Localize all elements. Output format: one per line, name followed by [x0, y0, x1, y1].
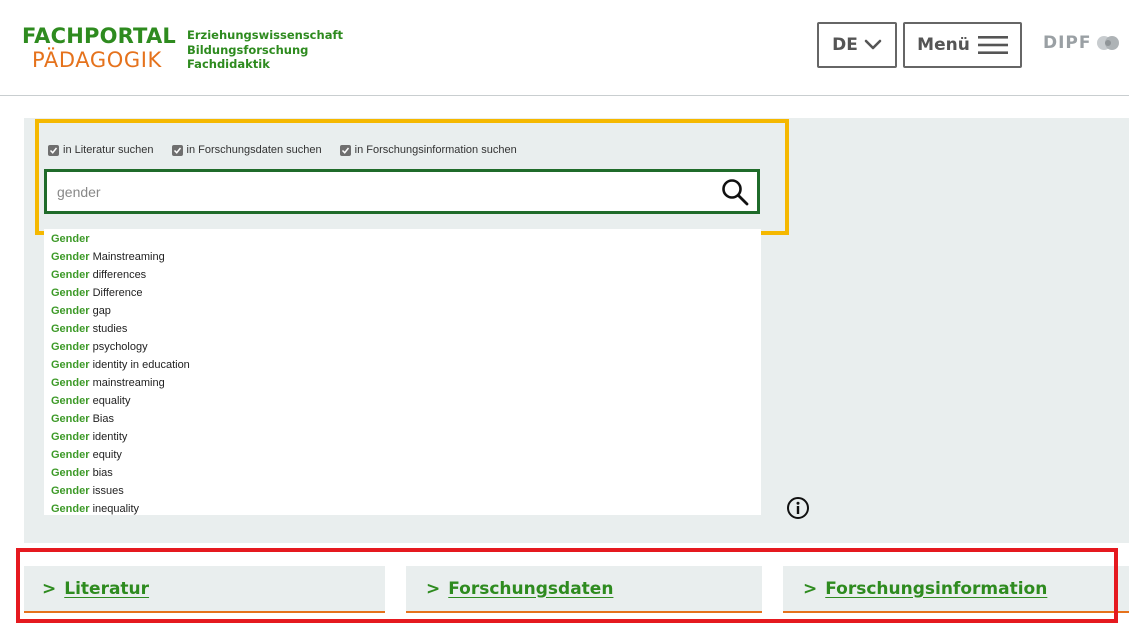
- language-label: DE: [832, 35, 858, 55]
- suggestion-item[interactable]: Gender differences: [51, 266, 761, 284]
- suggestion-rest: issues: [89, 485, 124, 497]
- chevron-down-icon: [864, 39, 882, 50]
- suggestion-match: Gender: [51, 431, 90, 443]
- suggestion-match: Gender: [51, 323, 90, 335]
- suggestion-match: Gender: [51, 359, 90, 371]
- suggestion-item[interactable]: Gender psychology: [51, 338, 761, 356]
- info-icon[interactable]: [786, 496, 810, 520]
- suggestion-item[interactable]: Gender equity: [51, 446, 761, 464]
- suggestion-item[interactable]: Gender identity: [51, 428, 761, 446]
- suggestion-match: Gender: [51, 485, 90, 497]
- suggestion-match: Gender: [51, 233, 90, 245]
- search-box: [44, 169, 760, 214]
- suggestion-item[interactable]: Gender Bias: [51, 410, 761, 428]
- suggestion-match: Gender: [51, 305, 90, 317]
- suggestion-rest: inequality: [89, 503, 140, 515]
- logo-topic-1: Erziehungswissenschaft: [187, 28, 343, 42]
- suggestion-item[interactable]: Gender gap: [51, 302, 761, 320]
- checkbox-checked-icon: [171, 144, 183, 156]
- tab-label-literatur: Literatur: [64, 578, 150, 599]
- chevron-right-icon: >: [803, 578, 818, 599]
- suggestion-rest: identity: [89, 431, 128, 443]
- suggestion-rest: gap: [89, 305, 111, 317]
- suggestion-match: Gender: [51, 467, 90, 479]
- checkbox-label-forschungsinformation: in Forschungsinformation suchen: [354, 144, 517, 156]
- autocomplete-dropdown: Gender Gender Mainstreaming Gender differe…: [44, 229, 761, 515]
- search-scope-options: in Literatur suchen in Forschungsdaten s…: [48, 144, 535, 156]
- logo-topic-2: Bildungsforschung: [187, 42, 309, 57]
- logo-topic-3: Fachdidaktik: [187, 57, 270, 71]
- dipf-label: DIPF: [1043, 33, 1092, 53]
- suggestion-item[interactable]: Gender Difference: [51, 284, 761, 302]
- suggestion-rest: equality: [89, 395, 131, 407]
- checkbox-forschungsinformation[interactable]: in Forschungsinformation suchen: [339, 144, 517, 156]
- tab-label-forschungsdaten: Forschungsdaten: [448, 578, 614, 599]
- checkbox-forschungsdaten[interactable]: in Forschungsdaten suchen: [171, 144, 322, 156]
- suggestion-match: Gender: [51, 503, 90, 515]
- checkbox-literatur[interactable]: in Literatur suchen: [48, 144, 154, 156]
- suggestion-item[interactable]: Gender identity in education: [51, 356, 761, 374]
- logo-title: FACHPORTAL: [22, 24, 176, 48]
- language-button[interactable]: DE: [817, 22, 897, 68]
- tab-forschungsinformation[interactable]: > Forschungsinformation: [783, 566, 1129, 613]
- menu-label: Menü: [917, 35, 970, 55]
- logo-subtitle: PÄDAGOGIK: [32, 48, 162, 72]
- chevron-right-icon: >: [426, 578, 441, 599]
- tab-literatur[interactable]: > Literatur: [24, 566, 385, 613]
- checkbox-checked-icon: [339, 144, 351, 156]
- suggestion-rest: Bias: [89, 413, 114, 425]
- suggestion-match: Gender: [51, 395, 90, 407]
- suggestion-item[interactable]: Gender Mainstreaming: [51, 248, 761, 266]
- search-icon[interactable]: [721, 178, 749, 206]
- suggestion-item[interactable]: Gender bias: [51, 464, 761, 482]
- checkbox-checked-icon: [48, 144, 59, 156]
- logo-topics: Erziehungswissenschaft Bildungsforschung…: [187, 28, 343, 72]
- checkbox-label-literatur: in Literatur suchen: [63, 144, 154, 156]
- suggestion-list: Gender Gender Mainstreaming Gender differe…: [44, 229, 761, 518]
- suggestion-match: Gender: [51, 251, 90, 263]
- search-input[interactable]: [57, 181, 697, 203]
- suggestion-match: Gender: [51, 449, 90, 461]
- suggestion-match: Gender: [51, 287, 90, 299]
- suggestion-rest: psychology: [89, 341, 148, 353]
- suggestion-rest: equity: [89, 449, 122, 461]
- suggestion-rest: mainstreaming: [89, 377, 165, 389]
- suggestion-match: Gender: [51, 269, 90, 281]
- suggestion-match: Gender: [51, 341, 90, 353]
- dipf-logo[interactable]: DIPF: [1043, 33, 1120, 53]
- site-header: FACHPORTAL PÄDAGOGIK Erziehungswissensch…: [0, 0, 1129, 96]
- checkbox-label-forschungsdaten: in Forschungsdaten suchen: [186, 144, 322, 156]
- suggestion-rest: differences: [89, 269, 147, 281]
- suggestion-rest: Difference: [89, 287, 143, 299]
- suggestion-item[interactable]: Gender mainstreaming: [51, 374, 761, 392]
- suggestion-item[interactable]: Gender studies: [51, 320, 761, 338]
- menu-button[interactable]: Menü: [903, 22, 1022, 68]
- tab-label-forschungsinformation: Forschungsinformation: [825, 578, 1048, 599]
- suggestion-match: Gender: [51, 413, 90, 425]
- tab-forschungsdaten[interactable]: > Forschungsdaten: [406, 566, 762, 613]
- suggestion-item[interactable]: Gender: [51, 230, 761, 248]
- site-logo[interactable]: FACHPORTAL PÄDAGOGIK: [22, 24, 176, 72]
- suggestion-item[interactable]: Gender inequality: [51, 500, 761, 518]
- suggestion-match: Gender: [51, 377, 90, 389]
- suggestion-rest: studies: [89, 323, 128, 335]
- suggestion-rest: identity in education: [89, 359, 190, 371]
- suggestion-item[interactable]: Gender equality: [51, 392, 761, 410]
- suggestion-rest: Mainstreaming: [89, 251, 165, 263]
- chevron-right-icon: >: [42, 578, 57, 599]
- hamburger-icon: [977, 36, 1008, 54]
- suggestion-item[interactable]: Gender issues: [51, 482, 761, 500]
- suggestion-rest: bias: [89, 467, 113, 479]
- dipf-logo-icon: [1096, 36, 1119, 50]
